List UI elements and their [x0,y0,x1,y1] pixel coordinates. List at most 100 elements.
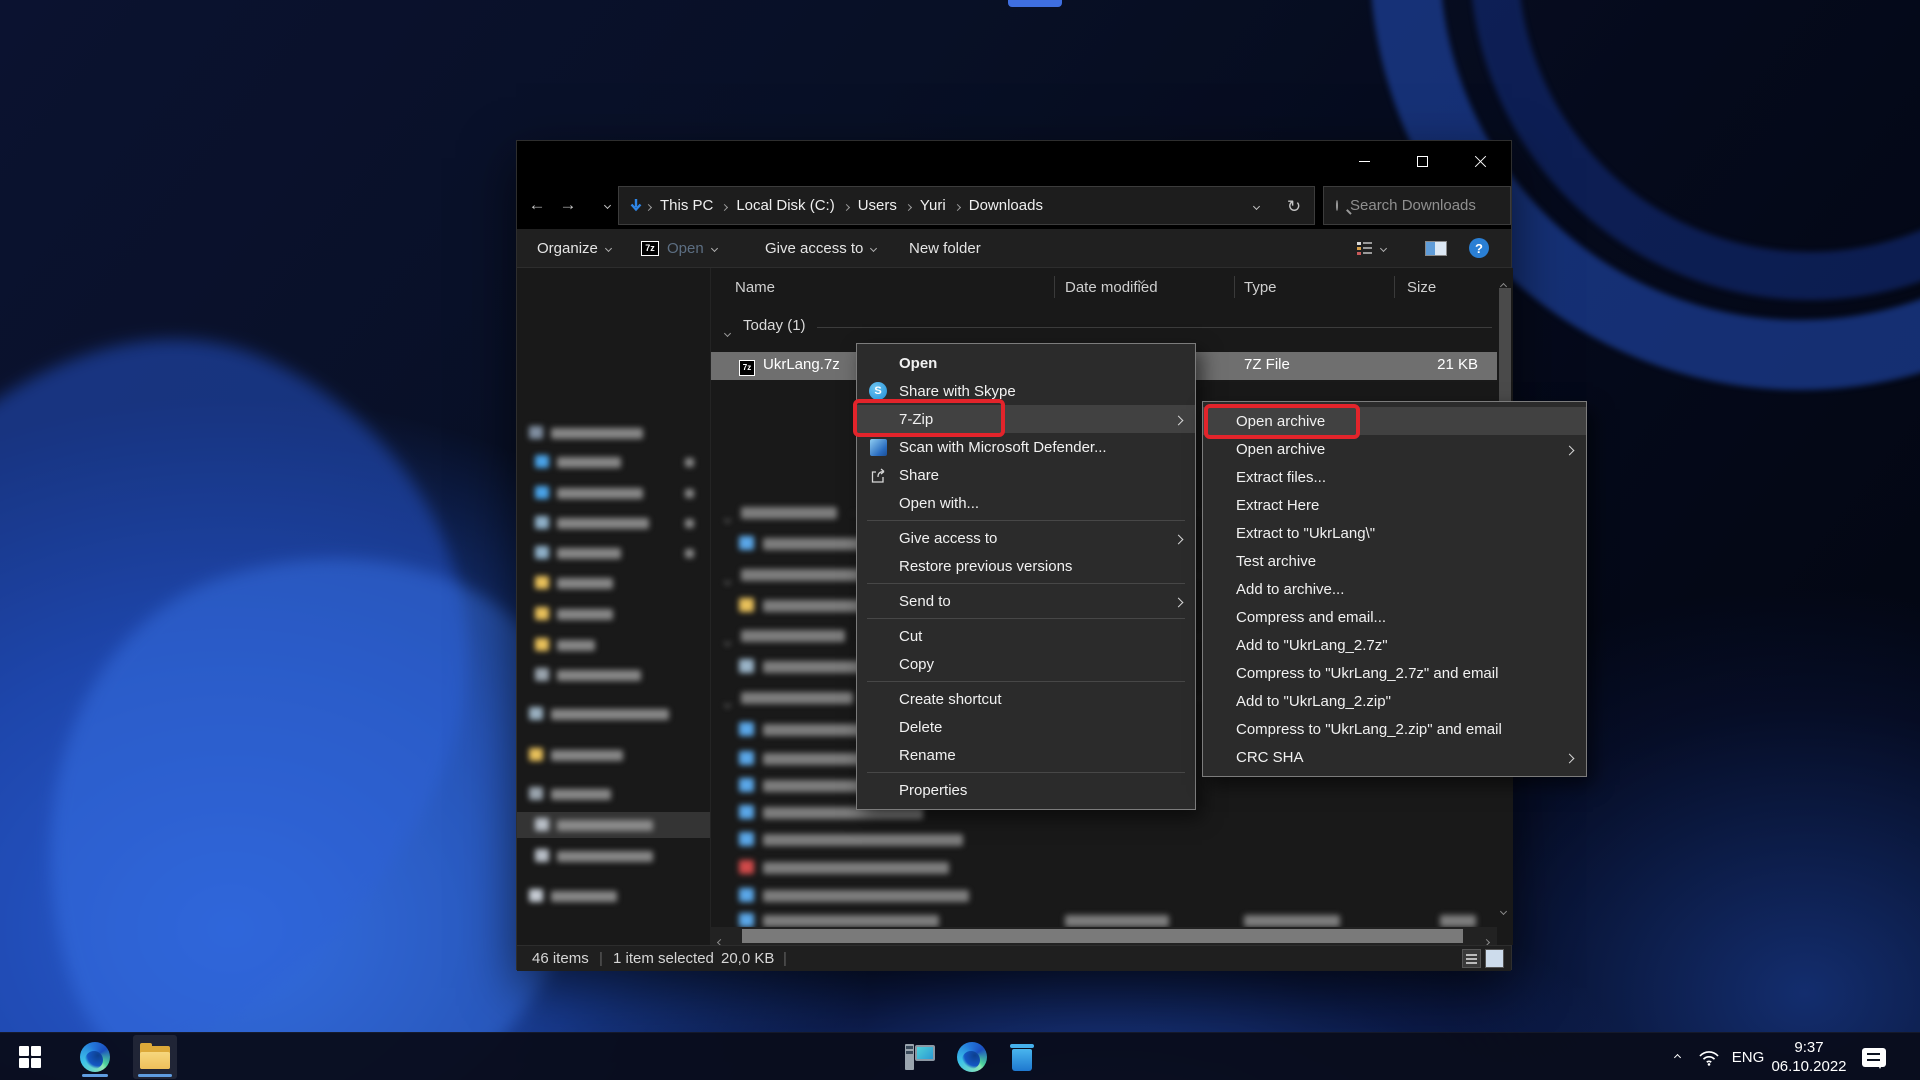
open-button[interactable]: 7z Open [641,229,717,267]
file-row-redacted[interactable] [711,827,1497,853]
refresh-button[interactable]: ↻ [1275,188,1313,225]
back-button[interactable]: ← [523,191,551,219]
menu-item-copy[interactable]: Copy [857,650,1195,678]
submenu-item-extract-here[interactable]: Extract Here [1203,491,1586,519]
sidebar-item-redacted[interactable] [517,742,710,768]
column-header-type[interactable]: Type [1244,279,1277,296]
sidebar-item-redacted[interactable] [517,632,710,658]
submenu-item-compress-to-zip-and-email[interactable]: Compress to "UkrLang_2.zip" and email [1203,715,1586,743]
tray-clock[interactable]: 9:37 06.10.2022 [1770,1033,1848,1080]
menu-item-restore-previous-versions[interactable]: Restore previous versions [857,552,1195,580]
taskbar-edge-button[interactable] [73,1035,117,1079]
defender-icon [870,439,887,456]
column-divider[interactable] [1054,276,1055,298]
sidebar-item-redacted[interactable] [517,781,710,807]
column-divider[interactable] [1394,276,1395,298]
menu-item-create-shortcut[interactable]: Create shortcut [857,685,1195,713]
breadcrumb-local-disk[interactable]: Local Disk (C:) [730,197,840,214]
help-button[interactable]: ? [1469,229,1489,267]
horizontal-scrollbar[interactable] [710,927,1497,945]
taskbar-explorer-button[interactable] [133,1035,177,1079]
forward-button[interactable]: → [554,191,582,219]
horizontal-scrollbar-thumb[interactable] [742,929,1463,943]
menu-item-open[interactable]: Open [857,349,1195,377]
menu-item-open-with[interactable]: Open with... [857,489,1195,517]
submenu-item-add-to-zip[interactable]: Add to "UkrLang_2.zip" [1203,687,1586,715]
column-divider[interactable] [1234,276,1235,298]
sidebar-item-redacted[interactable] [517,812,710,838]
preview-pane-button[interactable] [1425,229,1447,267]
column-header-size[interactable]: Size [1407,279,1436,296]
column-header-date-modified[interactable]: Date modified [1065,279,1158,296]
column-header-name[interactable]: Name [735,279,775,296]
give-access-button[interactable]: Give access to [765,229,876,267]
seven-zip-icon: 7z [641,241,659,256]
details-view-icon [1466,954,1477,964]
submenu-item-test-archive[interactable]: Test archive [1203,547,1586,575]
submenu-item-compress-and-email[interactable]: Compress and email... [1203,603,1586,631]
submenu-item-open-archive-as[interactable]: Open archive [1203,435,1586,463]
tray-language[interactable]: ENG [1728,1033,1768,1080]
file-row-redacted[interactable] [711,855,1497,881]
recent-locations-button[interactable] [593,191,621,219]
menu-item-share[interactable]: Share [857,461,1195,489]
menu-item-scan-with-defender[interactable]: Scan with Microsoft Defender... [857,433,1195,461]
sidebar-item-redacted[interactable] [517,601,710,627]
address-dropdown-button[interactable] [1237,188,1275,225]
sidebar-item-redacted[interactable] [517,540,710,566]
statusbar-thumbnails-view-button[interactable] [1485,949,1504,968]
sidebar-item-redacted[interactable] [517,843,710,869]
submenu-item-crc-sha[interactable]: CRC SHA [1203,743,1586,771]
search-box[interactable] [1323,186,1511,225]
submenu-item-add-to-archive[interactable]: Add to archive... [1203,575,1586,603]
sidebar-item-redacted[interactable] [517,570,710,596]
sidebar-item-redacted[interactable] [517,701,710,727]
file-row-redacted[interactable] [711,908,1497,927]
file-row-redacted[interactable] [711,883,1497,909]
sidebar-item-redacted[interactable] [517,449,710,475]
menu-item-rename[interactable]: Rename [857,741,1195,769]
edge-desktop-icon[interactable] [950,1035,994,1079]
address-bar[interactable]: This PC Local Disk (C:) Users Yuri Downl… [618,186,1315,225]
tray-action-center[interactable] [1852,1033,1896,1080]
tray-show-hidden-icons[interactable] [1662,1033,1692,1080]
statusbar-details-view-button[interactable] [1462,949,1481,968]
submenu-item-add-to-7z[interactable]: Add to "UkrLang_2.7z" [1203,631,1586,659]
breadcrumb-users[interactable]: Users [852,197,903,214]
search-input[interactable] [1350,197,1549,214]
minimize-button[interactable] [1341,141,1387,182]
organize-button[interactable]: Organize [537,229,611,267]
breadcrumb-yuri[interactable]: Yuri [914,197,952,214]
menu-item-give-access-to[interactable]: Give access to [857,524,1195,552]
sidebar-item-redacted[interactable] [517,662,710,688]
submenu-item-extract-files[interactable]: Extract files... [1203,463,1586,491]
tray-wifi[interactable] [1694,1033,1724,1080]
seven-zip-file-icon: 7z [739,360,755,376]
notification-icon [1862,1048,1886,1067]
close-button[interactable] [1457,141,1503,182]
submenu-item-compress-to-7z-and-email[interactable]: Compress to "UkrLang_2.7z" and email [1203,659,1586,687]
submenu-item-extract-to-folder[interactable]: Extract to "UkrLang\" [1203,519,1586,547]
vertical-scrollbar-thumb[interactable] [1499,288,1511,418]
breadcrumb-this-pc[interactable]: This PC [654,197,719,214]
menu-item-cut[interactable]: Cut [857,622,1195,650]
new-folder-button[interactable]: New folder [909,229,981,267]
sidebar-item-redacted[interactable] [517,420,710,446]
start-button[interactable] [8,1035,52,1079]
menu-item-properties[interactable]: Properties [857,776,1195,804]
sidebar-item-redacted[interactable] [517,480,710,506]
scroll-down-icon[interactable] [1500,908,1507,915]
submenu-arrow-icon [1566,749,1573,766]
this-pc-icon[interactable] [898,1035,942,1079]
sidebar-item-redacted[interactable] [517,510,710,536]
menu-item-send-to[interactable]: Send to [857,587,1195,615]
change-view-button[interactable] [1357,229,1386,267]
recycle-bin-icon[interactable] [1000,1035,1044,1079]
group-collapse-icon[interactable] [724,330,731,337]
breadcrumb-downloads[interactable]: Downloads [963,197,1049,214]
status-bar: 46 items | 1 item selected 20,0 KB | [517,945,1511,971]
maximize-button[interactable] [1399,141,1445,182]
menu-item-delete[interactable]: Delete [857,713,1195,741]
sidebar-item-redacted[interactable] [517,883,710,909]
group-header-today[interactable]: Today (1) [711,314,1497,340]
